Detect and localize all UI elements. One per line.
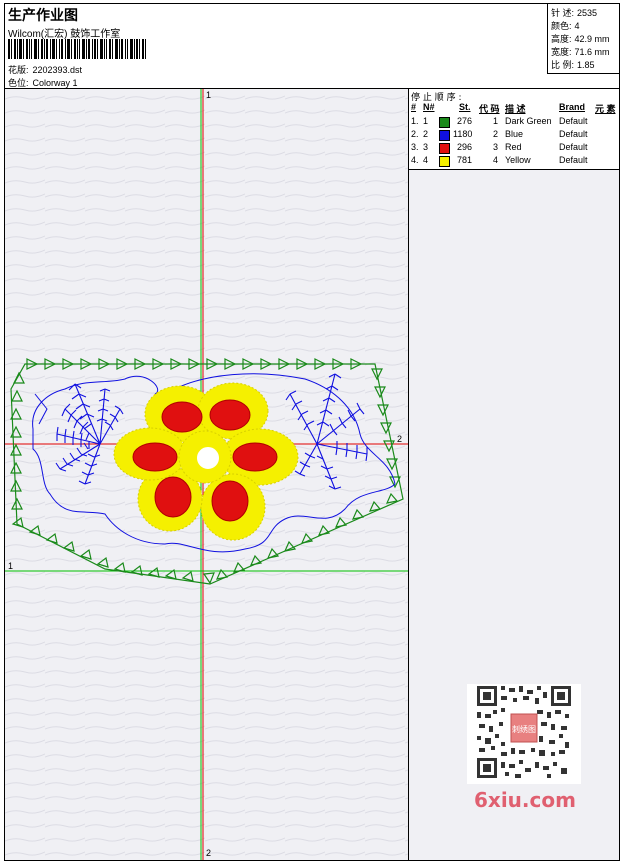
color-swatch-red <box>439 143 450 154</box>
barcode <box>8 39 146 59</box>
col-header-index: # <box>411 102 417 112</box>
axis-label-v-bottom: 2 <box>206 848 212 858</box>
design-value: 2202393.dst <box>32 65 83 75</box>
row-desc: Red <box>505 142 522 152</box>
color-swatch-blue <box>439 130 450 141</box>
stat-colors-value: 4 <box>574 21 580 31</box>
col-header-n: N# <box>423 102 435 112</box>
design-preview: 1 2 1 2 <box>5 89 409 860</box>
row-stitches: 296 <box>457 142 473 152</box>
qr-code: 刺绣图 <box>467 684 581 784</box>
row-index: 1. <box>411 116 419 126</box>
row-index: 4. <box>411 155 419 165</box>
stat-colors-label: 颜色: <box>551 21 572 31</box>
row-index: 2. <box>411 129 419 139</box>
stat-scale: 比 例: 1.85 <box>551 58 595 71</box>
table-row: 3. 3 296 3 Red Default <box>409 142 619 155</box>
axis-label-h-right: 2 <box>397 434 403 444</box>
sheet-title: 生产作业图 <box>8 8 78 24</box>
stat-height-value: 42.9 mm <box>574 34 610 44</box>
col-header-code: 代 码 <box>479 104 500 114</box>
site-logo: 6xiu.com <box>474 788 576 812</box>
qr-stamp-text: 刺绣图 <box>512 724 536 734</box>
row-index: 3. <box>411 142 419 152</box>
stat-height: 高度: 42.9 mm <box>551 32 610 45</box>
stat-colors: 颜色: 4 <box>551 19 580 32</box>
sheet-header: 生产作业图 Wilcom(汇宏) 鼓饰工作室 花版: 2202393.dst 色… <box>5 4 620 89</box>
col-header-desc: 描 述 <box>505 104 526 114</box>
row-n: 3 <box>423 142 429 152</box>
table-row: 2. 2 1180 2 Blue Default <box>409 129 619 142</box>
color-swatch-yellow <box>439 156 450 167</box>
stat-width: 宽度: 71.6 mm <box>551 45 610 58</box>
stat-scale-value: 1.85 <box>577 60 595 70</box>
row-stitches: 276 <box>457 116 473 126</box>
row-n: 1 <box>423 116 429 126</box>
row-stitches: 1180 <box>453 129 473 139</box>
row-brand: Default <box>559 129 588 139</box>
row-desc: Blue <box>505 129 524 139</box>
colorway-label: 色位: <box>8 78 29 88</box>
row-n: 4 <box>423 155 429 165</box>
stats-panel: 针 述: 2535 颜色: 4 高度: 42.9 mm 宽度: 71.6 mm 比 例:… <box>547 4 620 74</box>
col-header-brand: Brand <box>559 102 586 112</box>
stat-stitches-value: 2535 <box>577 8 598 18</box>
qr-code-image: 刺绣图 <box>475 684 573 780</box>
colorway-value: Colorway 1 <box>32 78 78 88</box>
embroidery-canvas <box>5 89 408 860</box>
row-desc: Dark Green <box>505 116 552 126</box>
company-name: Wilcom(汇宏) 鼓饰工作室 <box>8 29 121 40</box>
table-row: 1. 1 276 1 Dark Green Default <box>409 116 619 129</box>
row-brand: Default <box>559 142 588 152</box>
flower-center <box>195 445 221 471</box>
stat-stitches: 针 述: 2535 <box>551 6 597 19</box>
row-code: 4 <box>493 155 499 165</box>
col-header-element: 元 素 <box>595 104 616 114</box>
col-header-st: St. <box>459 102 471 112</box>
row-desc: Yellow <box>505 155 531 165</box>
stat-scale-label: 比 例: <box>551 60 575 70</box>
stat-height-label: 高度: <box>551 34 572 44</box>
row-code: 2 <box>493 129 499 139</box>
stat-stitches-label: 针 述: <box>551 8 575 18</box>
row-code: 1 <box>493 116 499 126</box>
axis-label-h-left: 1 <box>8 561 14 571</box>
row-n: 2 <box>423 129 429 139</box>
colorway-line: 色位: Colorway 1 <box>8 76 78 89</box>
stat-width-label: 宽度: <box>551 47 572 57</box>
axis-label-v-top: 1 <box>206 90 212 100</box>
stop-sequence-table: 停 止 顺 序 : # N# St. 代 码 描 述 Brand 元 素 1. … <box>409 89 619 170</box>
stat-width-value: 71.6 mm <box>574 47 610 57</box>
design-file-line: 花版: 2202393.dst <box>8 63 82 76</box>
row-brand: Default <box>559 155 588 165</box>
stop-sequence-title: 停 止 顺 序 : <box>411 93 462 103</box>
table-row: 4. 4 781 4 Yellow Default <box>409 155 619 168</box>
color-swatch-dark-green <box>439 117 450 128</box>
row-code: 3 <box>493 142 499 152</box>
row-brand: Default <box>559 116 588 126</box>
row-stitches: 781 <box>457 155 473 165</box>
design-label: 花版: <box>8 65 29 75</box>
